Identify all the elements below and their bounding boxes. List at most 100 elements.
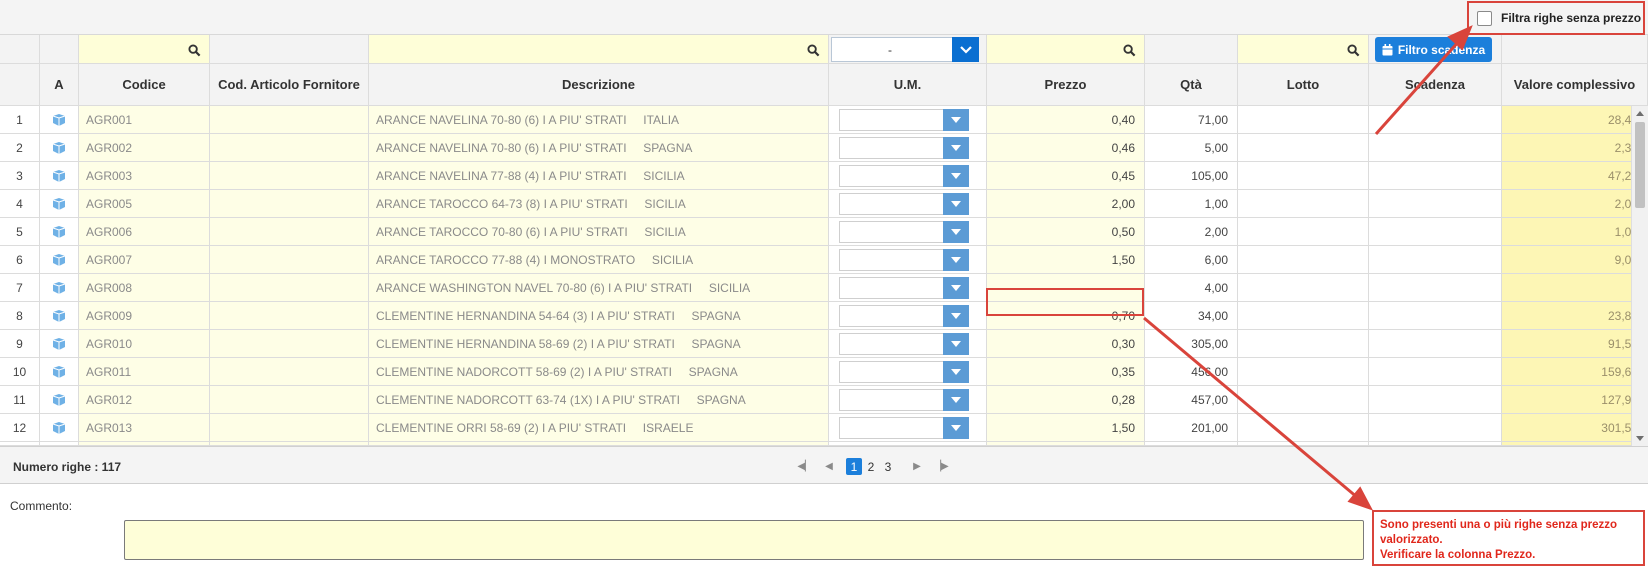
descrizione-cell[interactable]: CLEMENTINE HERNANDINA 58-69 (2) I A PIU'…	[369, 330, 829, 358]
lotto-cell[interactable]	[1238, 414, 1369, 442]
chevron-down-icon[interactable]	[943, 277, 969, 299]
row-action-cell[interactable]	[40, 190, 79, 218]
chevron-down-icon[interactable]	[943, 109, 969, 131]
descrizione-cell[interactable]: ARANCE NAVELINA 70-80 (6) I A PIU' STRAT…	[369, 134, 829, 162]
row-action-cell[interactable]	[40, 218, 79, 246]
column-header-0[interactable]: A	[40, 64, 79, 106]
cube-icon[interactable]	[51, 113, 67, 126]
table-row[interactable]: 9 AGR010 CLEMENTINE HERNANDINA 58-69 (2) I…	[0, 330, 1648, 358]
cod-fornitore-cell[interactable]	[210, 134, 369, 162]
lotto-cell[interactable]	[1238, 218, 1369, 246]
scroll-up-arrow-icon[interactable]	[1636, 111, 1644, 116]
search-icon[interactable]	[1347, 44, 1360, 57]
cod-fornitore-cell[interactable]	[210, 246, 369, 274]
column-header-6[interactable]: Qtà	[1145, 64, 1238, 106]
qta-cell[interactable]: 4,00	[1145, 274, 1238, 302]
row-action-cell[interactable]	[40, 106, 79, 134]
cube-icon[interactable]	[51, 421, 67, 434]
row-action-cell[interactable]	[40, 134, 79, 162]
um-filter-select[interactable]: -	[829, 35, 987, 64]
row-action-cell[interactable]	[40, 246, 79, 274]
um-select[interactable]	[839, 109, 969, 131]
qta-cell[interactable]: 2,00	[1145, 218, 1238, 246]
cod-fornitore-cell[interactable]	[210, 330, 369, 358]
column-header-2[interactable]: Cod. Articolo Fornitore	[210, 64, 369, 106]
scadenza-cell[interactable]	[1369, 218, 1502, 246]
filter-input[interactable]	[79, 35, 210, 64]
row-action-cell[interactable]	[40, 358, 79, 386]
scadenza-cell[interactable]	[1369, 246, 1502, 274]
scadenza-cell[interactable]	[1369, 134, 1502, 162]
cod-fornitore-cell[interactable]	[210, 162, 369, 190]
cube-icon[interactable]	[51, 253, 67, 266]
qta-cell[interactable]: 5,00	[1145, 134, 1238, 162]
prezzo-cell[interactable]: 2,00	[987, 190, 1145, 218]
lotto-cell[interactable]	[1238, 274, 1369, 302]
scadenza-cell[interactable]	[1369, 386, 1502, 414]
codice-cell[interactable]: AGR003	[79, 162, 210, 190]
comment-input[interactable]	[124, 520, 1364, 560]
codice-cell[interactable]: AGR012	[79, 386, 210, 414]
cod-fornitore-cell[interactable]	[210, 358, 369, 386]
prezzo-cell[interactable]: 0,50	[987, 218, 1145, 246]
scadenza-filter-cell[interactable]: Filtro scadenza	[1369, 35, 1502, 64]
row-action-cell[interactable]	[40, 274, 79, 302]
qta-cell[interactable]: 6,00	[1145, 246, 1238, 274]
codice-cell[interactable]: AGR005	[79, 190, 210, 218]
codice-cell[interactable]: AGR010	[79, 330, 210, 358]
prezzo-cell[interactable]: 0,40	[987, 106, 1145, 134]
qta-cell[interactable]: 456,00	[1145, 358, 1238, 386]
scadenza-cell[interactable]	[1369, 162, 1502, 190]
scadenza-cell[interactable]	[1369, 302, 1502, 330]
page-2[interactable]: 2	[863, 458, 879, 475]
qta-cell[interactable]: 457,00	[1145, 386, 1238, 414]
column-header-8[interactable]: Scadenza	[1369, 64, 1502, 106]
next-page-icon[interactable]: ▶	[910, 459, 924, 475]
table-row[interactable]: 11 AGR012 CLEMENTINE NADORCOTT 63-74 (1X) …	[0, 386, 1648, 414]
um-select[interactable]	[839, 361, 969, 383]
row-action-cell[interactable]	[40, 162, 79, 190]
chevron-down-icon[interactable]	[943, 333, 969, 355]
codice-cell[interactable]: AGR013	[79, 414, 210, 442]
grid-scrollbar[interactable]	[1631, 106, 1648, 446]
page-1[interactable]: 1	[846, 458, 862, 475]
filter-input[interactable]	[369, 35, 829, 64]
prezzo-cell[interactable]: 0,35	[987, 358, 1145, 386]
lotto-cell[interactable]	[1238, 134, 1369, 162]
chevron-down-icon[interactable]	[943, 417, 969, 439]
table-row[interactable]: 2 AGR002 ARANCE NAVELINA 70-80 (6) I A PIU…	[0, 134, 1648, 162]
row-action-cell[interactable]	[40, 414, 79, 442]
prezzo-cell[interactable]: 0,45	[987, 162, 1145, 190]
qta-cell[interactable]: 305,00	[1145, 330, 1238, 358]
cod-fornitore-cell[interactable]	[210, 386, 369, 414]
um-select[interactable]	[839, 221, 969, 243]
codice-cell[interactable]: AGR001	[79, 106, 210, 134]
descrizione-cell[interactable]: ARANCE TAROCCO 70-80 (6) I A PIU' STRATI…	[369, 218, 829, 246]
descrizione-cell[interactable]: ARANCE NAVELINA 70-80 (6) I A PIU' STRAT…	[369, 106, 829, 134]
search-icon[interactable]	[188, 44, 201, 57]
table-row[interactable]: 5 AGR006 ARANCE TAROCCO 70-80 (6) I A PIU'…	[0, 218, 1648, 246]
codice-cell[interactable]: AGR008	[79, 274, 210, 302]
prezzo-cell[interactable]: 1,50	[987, 414, 1145, 442]
table-row[interactable]: 8 AGR009 CLEMENTINE HERNANDINA 54-64 (3) I…	[0, 302, 1648, 330]
scadenza-cell[interactable]	[1369, 190, 1502, 218]
chevron-down-icon[interactable]	[943, 361, 969, 383]
filtro-scadenza-button[interactable]: Filtro scadenza	[1375, 37, 1492, 62]
prezzo-cell[interactable]: 1,50	[987, 246, 1145, 274]
chevron-down-icon[interactable]	[943, 389, 969, 411]
um-select[interactable]	[839, 137, 969, 159]
scadenza-cell[interactable]	[1369, 358, 1502, 386]
cod-fornitore-cell[interactable]	[210, 218, 369, 246]
column-header-9[interactable]: Valore complessivo	[1502, 64, 1648, 106]
cube-icon[interactable]	[51, 225, 67, 238]
descrizione-cell[interactable]: ARANCE NAVELINA 77-88 (4) I A PIU' STRAT…	[369, 162, 829, 190]
row-action-cell[interactable]	[40, 302, 79, 330]
codice-cell[interactable]: AGR006	[79, 218, 210, 246]
prezzo-cell[interactable]: 0,46	[987, 134, 1145, 162]
cod-fornitore-cell[interactable]	[210, 274, 369, 302]
table-row[interactable]: 4 AGR005 ARANCE TAROCCO 64-73 (8) I A PIU'…	[0, 190, 1648, 218]
scadenza-cell[interactable]	[1369, 414, 1502, 442]
descrizione-cell[interactable]: ARANCE TAROCCO 64-73 (8) I A PIU' STRATI…	[369, 190, 829, 218]
chevron-down-icon[interactable]	[943, 249, 969, 271]
lotto-cell[interactable]	[1238, 386, 1369, 414]
